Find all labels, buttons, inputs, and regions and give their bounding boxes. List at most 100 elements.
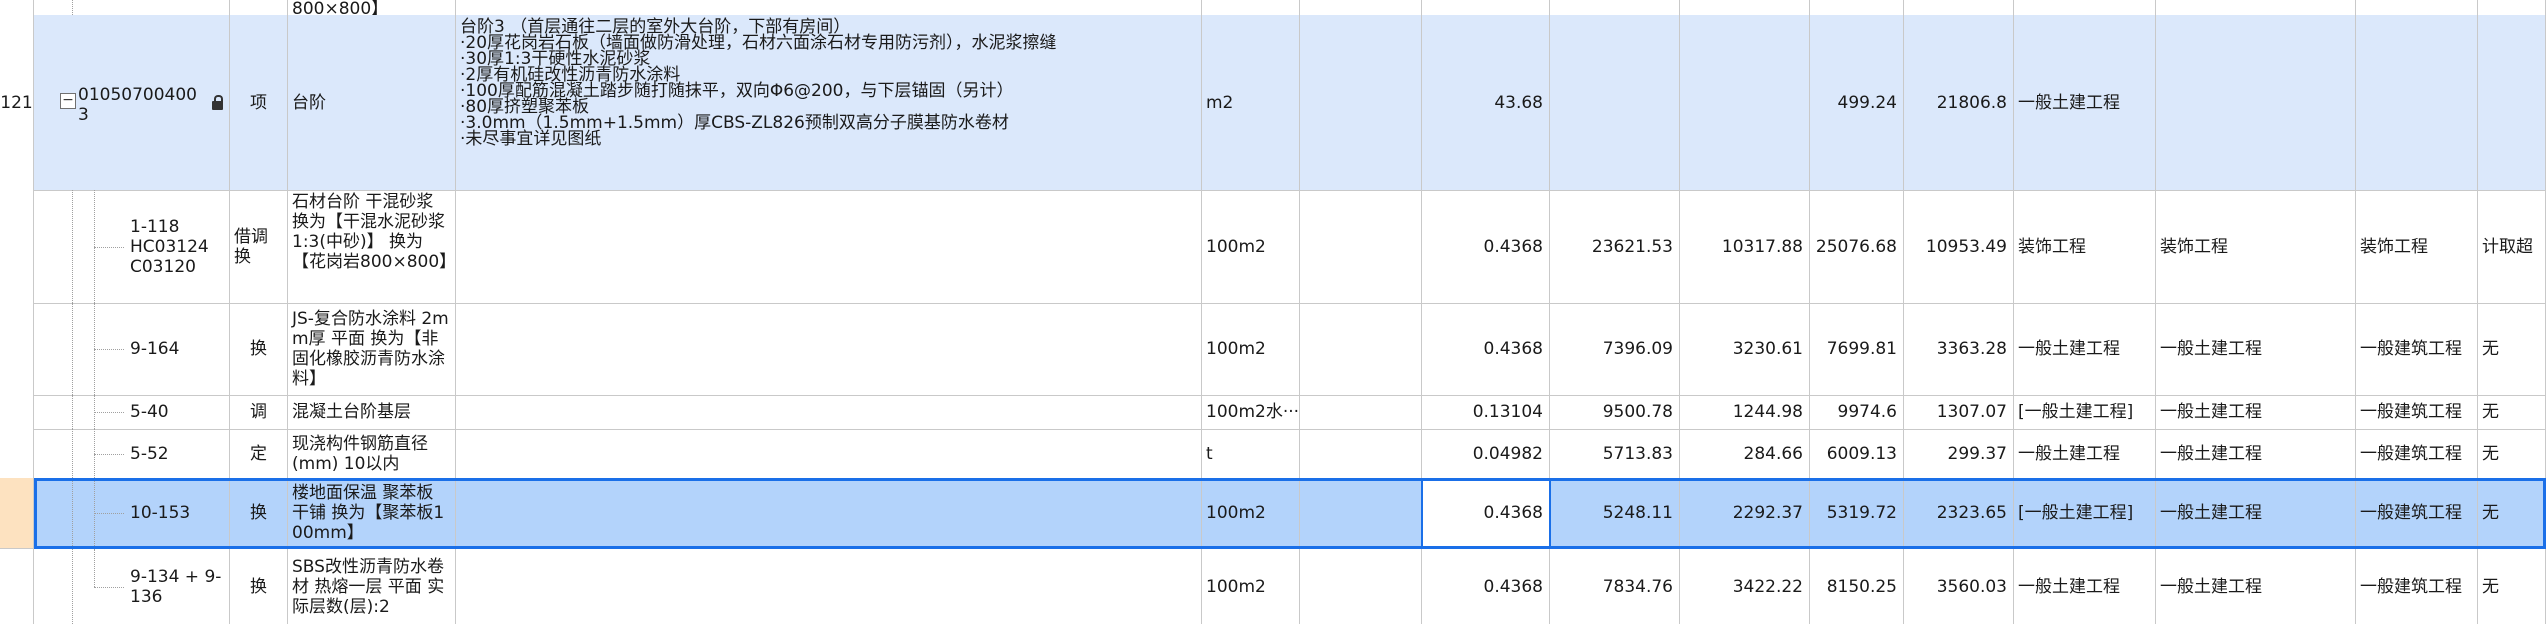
price-cell: 23621.53 <box>1550 190 1680 303</box>
name-cell[interactable]: 楼地面保温 聚苯板 干铺 换为【聚苯板100mm】 <box>288 478 456 548</box>
name-cell[interactable]: 台阶 <box>288 15 456 190</box>
spec-cell[interactable]: [一般土建工程] <box>2014 395 2156 429</box>
row-number <box>0 429 34 478</box>
row-number <box>0 303 34 395</box>
spec-cell <box>2156 0 2356 15</box>
desc-cell[interactable] <box>456 190 1202 303</box>
code-suffix: 3 <box>78 105 89 125</box>
table-row[interactable]: 800×800】 <box>0 0 2546 16</box>
spec-cell[interactable]: 装饰工程 <box>2014 190 2156 303</box>
code-cell[interactable]: 1-118 HC03124 C03120 <box>34 190 230 303</box>
qty-cell[interactable]: 43.68 <box>1422 15 1550 190</box>
type-cell: 换 <box>230 303 288 395</box>
table-row-selected[interactable]: 10-153 换 楼地面保温 聚苯板 干铺 换为【聚苯板100mm】 100m2… <box>0 478 2546 549</box>
price-text: 2323.65 <box>1936 503 2007 523</box>
code-cell[interactable]: 9-134 + 9-136 <box>34 549 230 624</box>
spec-text: 一般土建工程 <box>2160 339 2262 359</box>
price-cell: 9500.78 <box>1550 395 1680 429</box>
spec-cell[interactable]: 一般土建工程 <box>2156 395 2356 429</box>
price-text: 25076.68 <box>1815 236 1897 257</box>
spec-cell[interactable]: 一般土建工程 <box>2014 303 2156 395</box>
spec-cell[interactable]: 装饰工程 <box>2156 190 2356 303</box>
price-cell <box>1904 0 2014 15</box>
price-cell: 2323.65 <box>1904 478 2014 548</box>
name-cell[interactable]: JS-复合防水涂料 2mm厚 平面 换为【非固化橡胶沥青防水涂料】 <box>288 303 456 395</box>
unit-cell[interactable]: 100m2 <box>1202 303 1300 395</box>
desc-cell[interactable] <box>456 303 1202 395</box>
code-text: 5-52 <box>130 443 169 464</box>
spec-cell[interactable] <box>2356 15 2478 190</box>
code-cell[interactable]: 10-153 <box>34 478 230 548</box>
name-cell[interactable]: SBS改性沥青防水卷材 热熔一层 平面 实际层数(层):2 <box>288 549 456 624</box>
name-text: 混凝土台阶基层 <box>292 402 411 422</box>
table-row[interactable]: 121 − 01050700400 3 项 台阶 台阶3 （首层通往二层的室外大… <box>0 15 2546 191</box>
desc-cell[interactable] <box>456 429 1202 478</box>
desc-cell[interactable] <box>456 549 1202 624</box>
desc-cell[interactable] <box>456 478 1202 548</box>
flag-cell[interactable]: 无 <box>2478 429 2546 478</box>
price-cell: 5713.83 <box>1550 429 1680 478</box>
price-cell: 1244.98 <box>1680 395 1810 429</box>
unit-cell[interactable]: 100m2 <box>1202 478 1300 548</box>
flag-cell[interactable]: 无 <box>2478 549 2546 624</box>
spec-cell[interactable]: 一般土建工程 <box>2156 429 2356 478</box>
flag-cell[interactable]: 无 <box>2478 303 2546 395</box>
flag-cell[interactable]: 无 <box>2478 395 2546 429</box>
flag-cell[interactable] <box>2478 15 2546 190</box>
code-cell[interactable]: − 01050700400 3 <box>34 15 230 190</box>
empty-cell <box>1300 395 1422 429</box>
spec-cell[interactable]: 一般土建工程 <box>2156 549 2356 624</box>
spec-cell[interactable]: 一般建筑工程 <box>2356 478 2478 548</box>
qty-input-active[interactable]: 0.4368 <box>1422 478 1550 548</box>
name-cell: 800×800】 <box>288 0 456 15</box>
spec-cell[interactable]: 一般建筑工程 <box>2356 429 2478 478</box>
qty-cell[interactable]: 0.4368 <box>1422 190 1550 303</box>
type-cell: 换 <box>230 478 288 548</box>
price-text: 5248.11 <box>1602 503 1673 523</box>
flag-cell[interactable]: 计取超 <box>2478 190 2546 303</box>
unit-cell[interactable]: m2 <box>1202 15 1300 190</box>
code-cell[interactable]: 5-52 <box>34 429 230 478</box>
spec-cell[interactable]: 一般建筑工程 <box>2356 395 2478 429</box>
qty-cell[interactable]: 0.4368 <box>1422 549 1550 624</box>
name-cell[interactable]: 混凝土台阶基层 <box>288 395 456 429</box>
spec-cell[interactable]: [一般土建工程] <box>2014 478 2156 548</box>
code-cell[interactable]: 9-164 <box>34 303 230 395</box>
unit-cell[interactable]: 100m2 <box>1202 549 1300 624</box>
table-row[interactable]: 5-52 定 现浇构件钢筋直径(mm) 10以内 t 0.04982 5713.… <box>0 429 2546 479</box>
spec-cell[interactable]: 一般土建工程 <box>2014 15 2156 190</box>
name-cell[interactable]: 石材台阶 干混砂浆 换为【干混水泥砂浆 1:3(中砂)】 换为【花岗岩800×8… <box>288 190 456 303</box>
price-cell <box>1550 15 1680 190</box>
desc-cell[interactable] <box>456 395 1202 429</box>
flag-text: 无 <box>2482 339 2499 359</box>
spec-cell[interactable]: 一般建筑工程 <box>2356 303 2478 395</box>
flag-cell[interactable]: 无 <box>2478 478 2546 548</box>
empty-cell <box>1300 478 1422 548</box>
minus-expander-icon[interactable]: − <box>60 93 76 109</box>
table-row[interactable]: 9-134 + 9-136 换 SBS改性沥青防水卷材 热熔一层 平面 实际层数… <box>0 549 2546 624</box>
spec-cell[interactable]: 装饰工程 <box>2356 190 2478 303</box>
price-cell: 5319.72 <box>1810 478 1904 548</box>
unit-cell[interactable]: 100m2水··· <box>1202 395 1300 429</box>
qty-cell[interactable]: 0.4368 <box>1422 303 1550 395</box>
type-text: 调 <box>250 402 267 422</box>
spec-cell[interactable]: 一般土建工程 <box>2014 429 2156 478</box>
spec-cell[interactable]: 一般土建工程 <box>2014 549 2156 624</box>
name-cell[interactable]: 现浇构件钢筋直径(mm) 10以内 <box>288 429 456 478</box>
qty-cell[interactable]: 0.04982 <box>1422 429 1550 478</box>
spec-cell[interactable] <box>2156 15 2356 190</box>
unit-cell[interactable]: t <box>1202 429 1300 478</box>
price-cell <box>1810 0 1904 15</box>
qty-cell[interactable]: 0.13104 <box>1422 395 1550 429</box>
desc-cell[interactable]: 台阶3 （首层通往二层的室外大台阶，下部有房间） ·20厚花岗岩石板（墙面做防滑… <box>456 15 1202 190</box>
spec-cell[interactable]: 一般建筑工程 <box>2356 549 2478 624</box>
spec-cell[interactable]: 一般土建工程 <box>2156 478 2356 548</box>
unit-cell[interactable]: 100m2 <box>1202 190 1300 303</box>
spec-cell[interactable]: 一般土建工程 <box>2156 303 2356 395</box>
table-row[interactable]: 9-164 换 JS-复合防水涂料 2mm厚 平面 换为【非固化橡胶沥青防水涂料… <box>0 303 2546 396</box>
table-row[interactable]: 5-40 调 混凝土台阶基层 100m2水··· 0.13104 9500.78… <box>0 395 2546 430</box>
table-row[interactable]: 1-118 HC03124 C03120 借调换 石材台阶 干混砂浆 换为【干混… <box>0 190 2546 304</box>
code-cell[interactable]: 5-40 <box>34 395 230 429</box>
price-text: 5319.72 <box>1826 503 1897 523</box>
code-cell <box>34 0 230 15</box>
